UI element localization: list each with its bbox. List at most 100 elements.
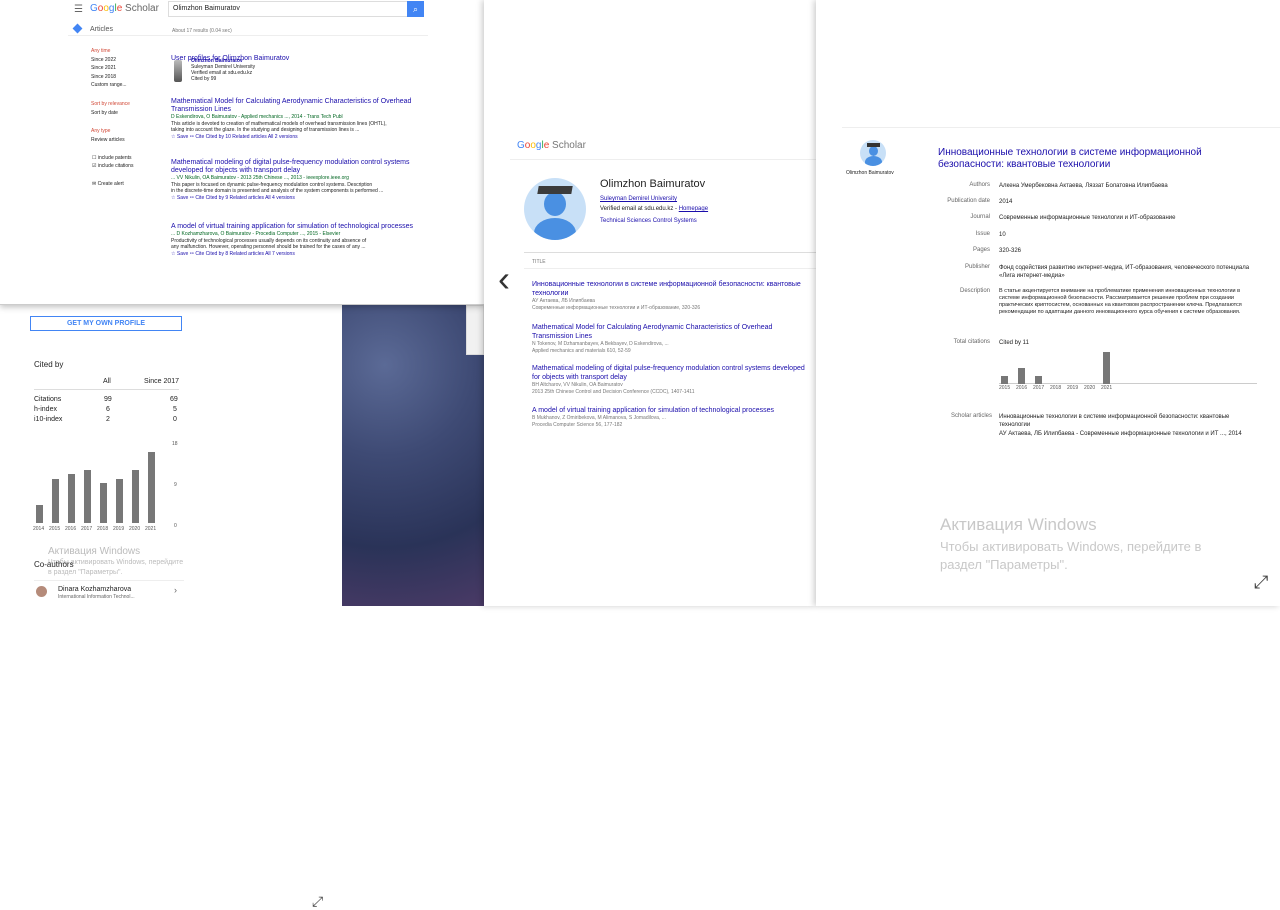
- year-label: 2021: [145, 526, 157, 532]
- result-actions[interactable]: ☆ Save ⁹⁹ Cite Cited by 10 Related artic…: [171, 133, 431, 141]
- filter-custom-range[interactable]: Custom range...: [91, 82, 127, 88]
- result-title-link[interactable]: A model of virtual training application …: [171, 223, 431, 231]
- article-venue: Applied mechanics and materials 610, 52-…: [532, 348, 631, 354]
- chart-bar[interactable]: [1103, 352, 1110, 384]
- avatar-head: [544, 192, 566, 216]
- article-title-link[interactable]: Mathematical modeling of digital pulse-f…: [532, 364, 814, 382]
- avatar: [860, 140, 886, 166]
- article-title-link[interactable]: Mathematical Model for Calculating Aerod…: [532, 323, 814, 341]
- article-venue: 2013 25th Chinese Control and Decision C…: [532, 389, 695, 395]
- article-row: Инновационные технологии в системе инфор…: [532, 280, 814, 312]
- year-label: 2020: [129, 526, 141, 532]
- chart-bar[interactable]: [148, 451, 155, 523]
- results-count: About 17 results (0.04 sec): [172, 28, 232, 34]
- journal-value: Современные информационные технологии и …: [999, 215, 1176, 221]
- profile-cited[interactable]: Cited by 99: [191, 76, 255, 82]
- author-name[interactable]: Olimzhon Baimuratov: [846, 170, 894, 176]
- article-title-link[interactable]: Инновационные технологии в системе инфор…: [938, 147, 1238, 171]
- avatar-body: [534, 218, 576, 240]
- avatar: [36, 586, 47, 597]
- journal-label: Journal: [970, 214, 990, 220]
- filter-any-time[interactable]: Any time: [91, 48, 110, 54]
- filter-since-2021[interactable]: Since 2021: [91, 65, 116, 71]
- expand-icon[interactable]: ⤢: [1254, 572, 1268, 593]
- article-title-link[interactable]: A model of virtual training application …: [532, 406, 814, 415]
- sort-relevance[interactable]: Sort by relevance: [91, 101, 130, 107]
- authors-label: Authors: [969, 182, 990, 188]
- chart-bar[interactable]: [132, 469, 139, 523]
- cited-by-link[interactable]: Cited by 11: [999, 339, 1259, 347]
- year-label: 2021: [1101, 385, 1113, 391]
- year-label: 2019: [113, 526, 125, 532]
- year-label: 2016: [65, 526, 77, 532]
- profile-email-text: Verified email at sdu.edu.kz: [600, 206, 674, 212]
- chart-bar[interactable]: [68, 474, 75, 523]
- hindex-label: h-index: [34, 406, 57, 413]
- profile-sidebar-panel: GET MY OWN PROFILE Cited by All Since 20…: [0, 305, 342, 909]
- scholar-article-meta: АУ Актаева, ЛБ Илипбаева - Современные и…: [999, 431, 1242, 437]
- get-own-profile-button[interactable]: GET MY OWN PROFILE: [30, 316, 182, 331]
- back-arrow-icon[interactable]: ‹: [498, 258, 510, 300]
- chart-bar[interactable]: [100, 483, 107, 523]
- expand-icon[interactable]: ⤢: [312, 893, 323, 910]
- result-actions[interactable]: ☆ Save ⁹⁹ Cite Cited by 9 Related articl…: [171, 194, 431, 202]
- profile-interests[interactable]: Technical Sciences Control Systems: [600, 218, 697, 224]
- scholar-article-link[interactable]: Инновационные технологии в системе инфор…: [999, 413, 1259, 429]
- divider: [524, 252, 816, 253]
- chart-bar[interactable]: [36, 505, 43, 523]
- tick-0: 0: [174, 523, 177, 529]
- citations-label: Citations: [34, 396, 62, 403]
- coauthor-item[interactable]: Dinara Kozhamzharova International Infor…: [34, 580, 184, 602]
- cited-by-heading: Cited by: [34, 360, 64, 369]
- include-patents-label: include patents: [97, 155, 132, 161]
- menu-icon[interactable]: ☰: [74, 4, 83, 15]
- year-label: 2017: [81, 526, 93, 532]
- citations-since: 69: [170, 396, 178, 403]
- chart-bar[interactable]: [1018, 368, 1025, 384]
- result-item: Mathematical modeling of digital pulse-f…: [171, 159, 431, 202]
- search-input[interactable]: Olimzhon Baimuratov: [168, 1, 408, 17]
- result-actions[interactable]: ☆ Save ⁹⁹ Cite Cited by 8 Related articl…: [171, 250, 431, 258]
- include-citations-checkbox[interactable]: ☑ include citations: [92, 163, 133, 169]
- filter-review[interactable]: Review articles: [91, 137, 125, 143]
- year-label: 2017: [1033, 385, 1045, 391]
- create-alert-link[interactable]: ✉ Create alert: [92, 181, 124, 187]
- chart-bar[interactable]: [1001, 376, 1008, 384]
- sort-date[interactable]: Sort by date: [91, 110, 118, 116]
- year-label: 2014: [33, 526, 45, 532]
- issue-value: 10: [999, 232, 1006, 238]
- scholar-logo[interactable]: Google Scholar: [517, 140, 586, 151]
- result-item: A model of virtual training application …: [171, 223, 431, 258]
- window-edge: [466, 305, 484, 355]
- i10-since: 0: [173, 416, 177, 423]
- chart-bar[interactable]: [84, 469, 91, 523]
- profile-name: Olimzhon Baimuratov: [600, 178, 706, 190]
- result-title-link[interactable]: Mathematical modeling of digital pulse-f…: [171, 159, 431, 175]
- title-column-header[interactable]: TITLE: [532, 259, 546, 265]
- i10-label: i10-index: [34, 416, 63, 423]
- tick-9: 9: [174, 482, 177, 488]
- pages-label: Pages: [972, 247, 990, 253]
- result-title-link[interactable]: Mathematical Model for Calculating Aerod…: [171, 98, 431, 114]
- article-authors: B Mukhanov, Z Omiribekova, M Alimanova, …: [532, 415, 666, 421]
- citations-all: 99: [104, 396, 112, 403]
- chart-bar[interactable]: [1035, 376, 1042, 384]
- articles-label[interactable]: Articles: [90, 26, 113, 33]
- year-label: 2015: [999, 385, 1011, 391]
- include-patents-checkbox[interactable]: ☐ include patents: [92, 155, 132, 161]
- avatar-body: [865, 156, 882, 166]
- description-value: В статье акцентируется внимание на пробл…: [999, 288, 1242, 315]
- coauthor-affiliation: International Information Technol...: [58, 594, 135, 600]
- chart-bar[interactable]: [116, 478, 123, 523]
- filter-since-2018[interactable]: Since 2018: [91, 74, 116, 80]
- publisher-label: Publisher: [964, 264, 990, 270]
- homepage-link[interactable]: Homepage: [679, 206, 708, 212]
- scholar-logo[interactable]: Google Scholar: [90, 3, 159, 14]
- filter-since-2022[interactable]: Since 2022: [91, 57, 116, 63]
- chart-bar[interactable]: [52, 478, 59, 523]
- search-icon[interactable]: ⌕: [407, 1, 424, 17]
- article-title-link[interactable]: Инновационные технологии в системе инфор…: [532, 280, 814, 298]
- profile-org-link[interactable]: Suleyman Demirel University: [600, 196, 677, 202]
- result-meta: D Eskendirova, O Baimuratov - Applied me…: [171, 114, 343, 120]
- filter-any-type[interactable]: Any type: [91, 128, 110, 134]
